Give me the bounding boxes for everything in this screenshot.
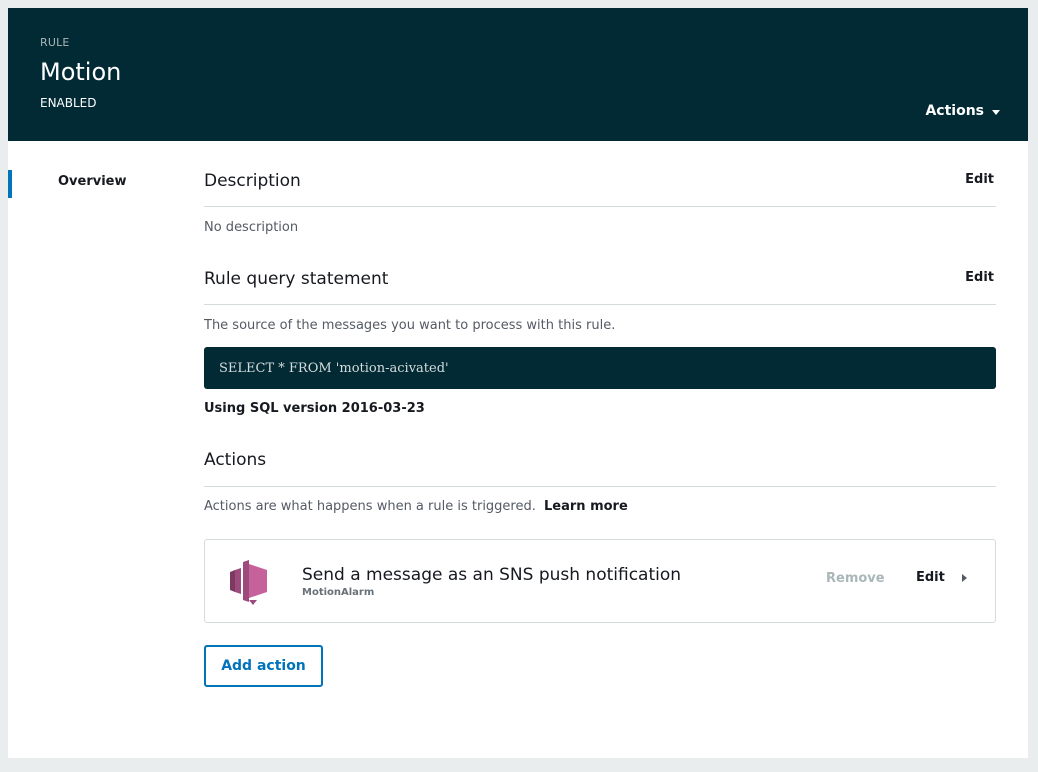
edit-action-button[interactable]: Edit xyxy=(916,570,945,585)
rule-label: RULE xyxy=(40,36,70,49)
action-card-sns[interactable]: Send a message as an SNS push notificati… xyxy=(204,539,996,623)
sql-version: Using SQL version 2016-03-23 xyxy=(204,401,425,416)
action-title: Send a message as an SNS push notificati… xyxy=(302,565,682,585)
actions-help-text: Actions are what happens when a rule is … xyxy=(204,499,536,514)
actions-dropdown-label: Actions xyxy=(925,103,984,119)
sql-statement: SELECT * FROM 'motion-acivated' xyxy=(204,347,996,389)
caret-down-icon xyxy=(992,109,1000,115)
chevron-right-icon[interactable] xyxy=(962,574,967,582)
query-title: Rule query statement xyxy=(204,269,389,289)
actions-help: Actions are what happens when a rule is … xyxy=(204,499,628,514)
sns-icon xyxy=(230,560,267,605)
learn-more-link[interactable]: Learn more xyxy=(544,499,628,514)
divider xyxy=(204,486,996,487)
rule-header: RULE Motion ENABLED Actions xyxy=(8,8,1028,141)
sql-text: SELECT * FROM 'motion-acivated' xyxy=(219,360,449,376)
query-edit-link[interactable]: Edit xyxy=(965,270,994,285)
divider xyxy=(204,206,996,207)
rule-title: Motion xyxy=(40,58,122,86)
query-help-text: The source of the messages you want to p… xyxy=(204,318,616,333)
description-title: Description xyxy=(204,171,301,191)
nav-active-indicator xyxy=(8,170,12,198)
nav-item-overview[interactable]: Overview xyxy=(58,174,127,189)
description-text: No description xyxy=(204,220,299,235)
actions-dropdown[interactable]: Actions xyxy=(925,103,1000,119)
description-edit-link[interactable]: Edit xyxy=(965,172,994,187)
rule-status: ENABLED xyxy=(40,96,97,110)
actions-title: Actions xyxy=(204,450,267,470)
remove-action-button[interactable]: Remove xyxy=(826,571,885,586)
divider xyxy=(204,304,996,305)
rule-detail-card: RULE Motion ENABLED Actions Overview Des… xyxy=(8,8,1028,758)
action-subtitle: MotionAlarm xyxy=(302,587,375,598)
add-action-button[interactable]: Add action xyxy=(204,645,323,687)
